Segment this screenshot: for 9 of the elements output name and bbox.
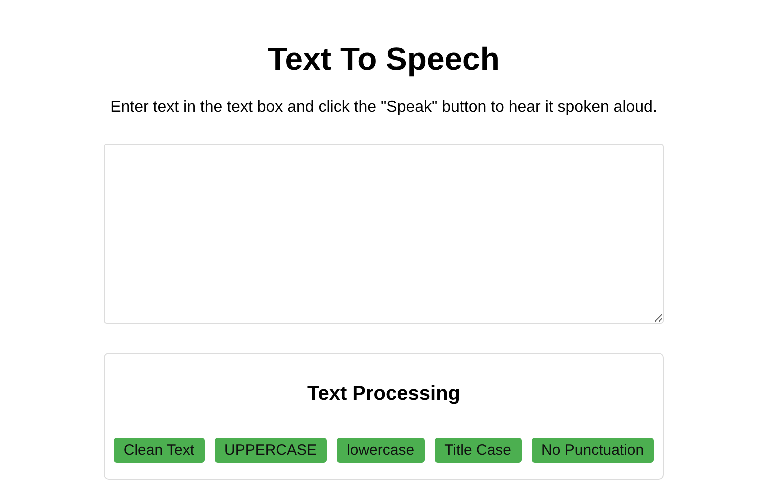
page-title: Text To Speech: [268, 40, 500, 78]
panel-heading: Text Processing: [307, 382, 461, 406]
processing-button[interactable]: Clean Text: [114, 438, 204, 463]
processing-button[interactable]: lowercase: [337, 438, 425, 463]
text-input-field[interactable]: [104, 144, 664, 324]
processing-button[interactable]: Title Case: [434, 438, 522, 463]
processing-button[interactable]: UPPERCASE: [214, 438, 328, 463]
instructions-text: Enter text in the text box and click the "Speak" button to hear it spoken aloud.: [110, 98, 658, 118]
processing-button[interactable]: No Punctuation: [532, 438, 654, 463]
